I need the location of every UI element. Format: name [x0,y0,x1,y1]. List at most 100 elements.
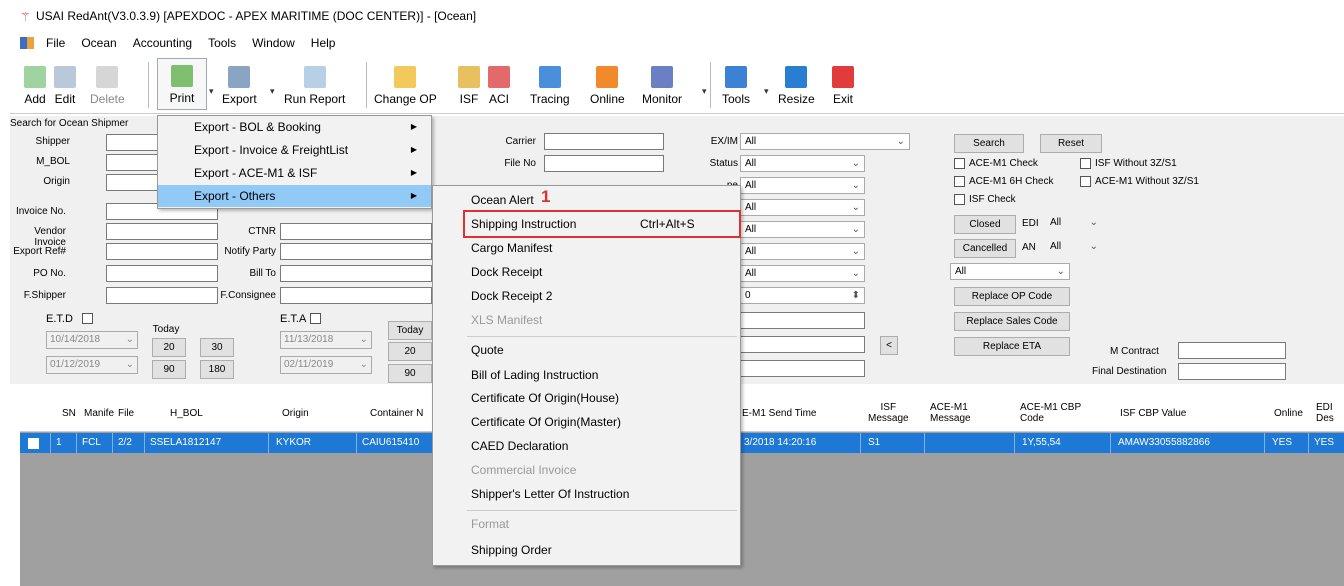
s2-select[interactable]: All ⌄ [740,243,865,260]
mbol-input[interactable] [106,154,158,171]
status-select[interactable]: All ⌄ [740,155,865,172]
notify-input[interactable] [280,243,432,260]
col-ace-message[interactable]: ACE-M1 Message [930,394,980,432]
mdi-window-icon[interactable] [20,37,34,49]
eta-20-button[interactable]: 20 [388,342,432,361]
cancelled-button[interactable]: Cancelled [954,239,1016,258]
menu-export-others[interactable]: Export - Others ▶ [158,185,431,207]
week-spinner[interactable]: 0 ⬍ [740,287,865,304]
menu-coo-house[interactable]: Certificate Of Origin(House) [433,386,740,410]
export-button[interactable]: Export [222,58,257,110]
col-isf-cbp[interactable]: ISF CBP Value [1120,394,1186,432]
etd-90-button[interactable]: 90 [152,360,186,379]
monitor-dropdown-icon[interactable]: ▾ [702,86,707,97]
menu-export-bol-booking[interactable]: Export - BOL & Booking ▶ [158,116,431,138]
replace-sales-button[interactable]: Replace Sales Code [954,312,1070,331]
replace-op-button[interactable]: Replace OP Code [954,287,1070,306]
fshipper-input[interactable] [106,287,218,304]
isf-without-check[interactable]: ISF Without 3Z/S1 [1080,158,1177,169]
dl-input[interactable] [740,360,865,377]
es-input[interactable] [740,312,865,329]
replace-eta-button[interactable]: Replace ETA [954,337,1070,356]
menu-dock-receipt-2[interactable]: Dock Receipt 2 [433,284,740,308]
m-contract-input[interactable] [1178,342,1286,359]
closed-button[interactable]: Closed [954,215,1016,234]
col-isf-message[interactable]: ISF Message [868,394,909,432]
menu-window[interactable]: Window [244,36,303,50]
type-select[interactable]: All ⌄ [740,177,865,194]
change-op-button[interactable]: Change OP [374,58,437,110]
menu-shipping-order[interactable]: Shipping Order [433,538,740,562]
search-button[interactable]: Search [954,134,1024,153]
ctnr-input[interactable] [280,223,432,240]
menu-quote[interactable]: Quote [433,338,740,362]
eta-today-button[interactable]: Today [388,321,432,340]
etd-180-button[interactable]: 180 [200,360,234,379]
menu-dock-receipt[interactable]: Dock Receipt [433,260,740,284]
tracing-button[interactable]: Tracing [530,58,570,110]
print-dropdown-icon[interactable]: ▾ [209,86,214,97]
edit-button[interactable]: Edit [54,58,76,110]
fconsignee-input[interactable] [280,287,432,304]
menu-accounting[interactable]: Accounting [125,36,200,50]
etd-30-button[interactable]: 30 [200,338,234,357]
an-select[interactable]: All ⌄ [1046,239,1102,256]
tools-dropdown-icon[interactable]: ▾ [764,86,769,97]
menu-commercial-invoice[interactable]: Commercial Invoice [433,458,740,482]
etd-20-button[interactable]: 20 [152,338,186,357]
bill-to-input[interactable] [280,265,432,282]
etd-from-date[interactable]: 10/14/2018 ⌄ [46,331,138,349]
type2-select[interactable]: All ⌄ [740,199,865,216]
all-select[interactable]: All ⌄ [950,263,1070,280]
reset-button[interactable]: Reset [1040,134,1102,153]
edi-select[interactable]: All ⌄ [1046,215,1102,232]
isf-button[interactable]: ISF [458,58,480,110]
final-destination-input[interactable] [1178,363,1286,380]
origin-input[interactable] [106,174,158,191]
menu-export-invoice[interactable]: Export - Invoice & FreightList ▶ [158,139,431,161]
carrier-input[interactable] [544,133,664,150]
menu-format[interactable]: Format [433,512,740,536]
shipper-input[interactable] [106,134,158,151]
menu-export-ace-isf[interactable]: Export - ACE-M1 & ISF ▶ [158,162,431,184]
chevron-left-icon[interactable]: < [880,336,898,355]
menu-shippers-letter[interactable]: Shipper's Letter Of Instruction [433,482,740,506]
menu-bol-instruction[interactable]: Bill of Lading Instruction [433,363,740,387]
col-send-time[interactable]: E-M1 Send Time [742,394,816,432]
export-dropdown-icon[interactable]: ▾ [270,86,275,97]
delete-button[interactable]: Delete [90,58,125,110]
eta-checkbox[interactable] [310,313,325,324]
col-hbol[interactable]: H_BOL [170,394,203,432]
ace-m1-check[interactable]: ACE-M1 Check [954,158,1038,169]
eta-from-date[interactable]: 11/13/2018 ⌄ [280,331,372,349]
menu-file[interactable]: File [38,36,73,50]
menu-caed-declaration[interactable]: CAED Declaration [433,434,740,458]
menu-help[interactable]: Help [303,36,344,50]
menu-ocean-alert[interactable]: Ocean Alert [433,188,740,212]
exim-select[interactable]: All ⌄ [740,133,910,150]
s-select[interactable]: All ⌄ [740,221,865,238]
col-manifest[interactable]: Manife [84,394,114,432]
menu-xls-manifest[interactable]: XLS Manifest [433,308,740,332]
exit-button[interactable]: Exit [832,58,854,110]
menu-cargo-manifest[interactable]: Cargo Manifest [433,236,740,260]
col-ace-cbp[interactable]: ACE-M1 CBP Code [1020,394,1090,432]
export-ref-input[interactable] [106,243,218,260]
col-container[interactable]: Container N [370,394,423,432]
col-edi[interactable]: EDI Des [1316,394,1342,432]
menu-ocean[interactable]: Ocean [73,36,124,50]
resize-button[interactable]: Resize [778,58,815,110]
eta-90-button[interactable]: 90 [388,364,432,383]
aci-button[interactable]: ACI [488,58,510,110]
file-no-input[interactable] [544,155,664,172]
menu-coo-master[interactable]: Certificate Of Origin(Master) [433,410,740,434]
online-button[interactable]: Online [590,58,625,110]
row-checkbox[interactable] [28,438,39,449]
eta-to-date[interactable]: 02/11/2019 ⌄ [280,356,372,374]
etd-checkbox[interactable] [82,313,97,324]
dp-input[interactable] [740,336,865,353]
print-button[interactable]: Print [157,58,207,110]
isf-check[interactable]: ISF Check [954,194,1016,205]
order-select[interactable]: All ⌄ [740,265,865,282]
menu-tools[interactable]: Tools [200,36,244,50]
